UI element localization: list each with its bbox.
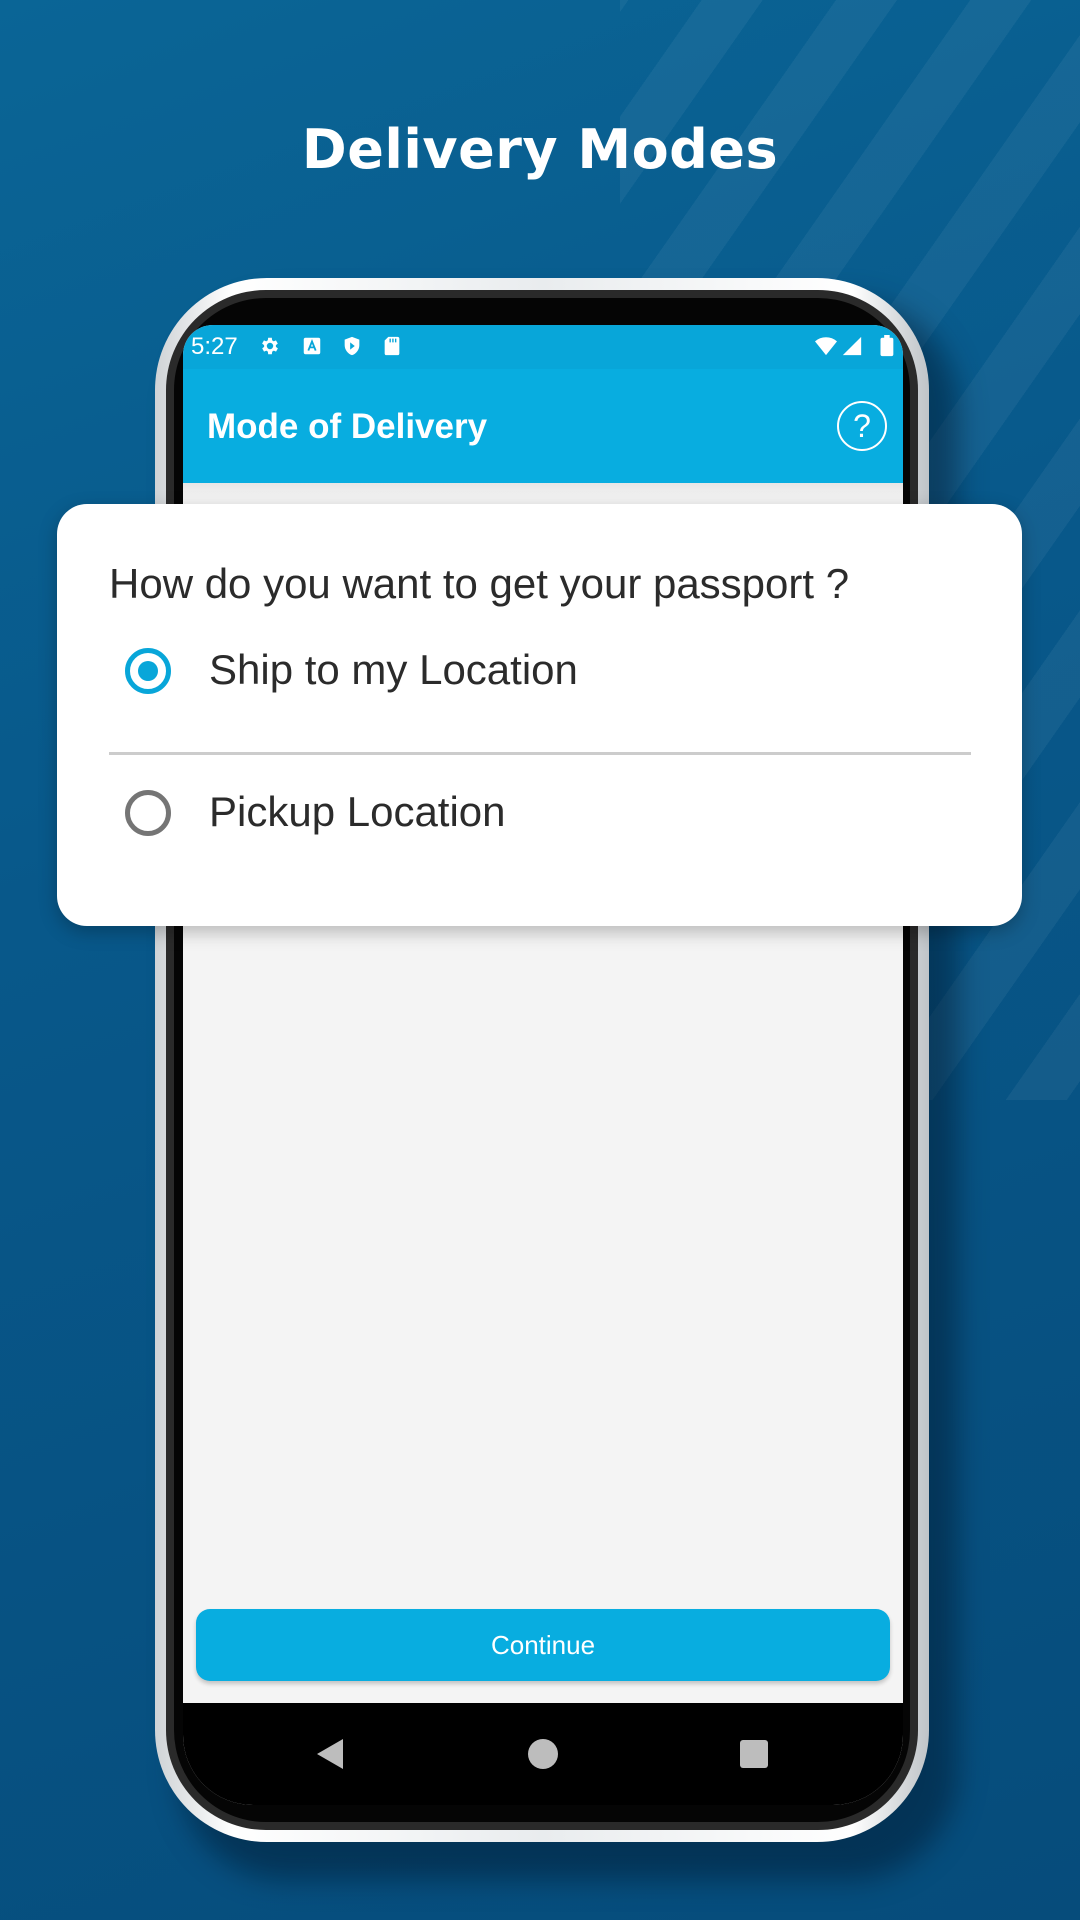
a-box-icon bbox=[303, 337, 321, 355]
continue-button[interactable]: Continue bbox=[196, 1609, 890, 1681]
promo-page: Delivery Modes 5:27 Mode of Delivery ? C… bbox=[0, 0, 1080, 1920]
option-divider bbox=[109, 752, 971, 755]
recents-icon[interactable] bbox=[740, 1740, 768, 1768]
sd-card-icon bbox=[384, 336, 400, 356]
delivery-mode-card: How do you want to get your passport ? S… bbox=[57, 504, 1022, 926]
delivery-question: How do you want to get your passport ? bbox=[109, 560, 850, 607]
option-pickup-location[interactable]: Pickup Location bbox=[57, 766, 1022, 866]
radio-unchecked-icon[interactable] bbox=[125, 790, 171, 836]
option-label: Pickup Location bbox=[209, 788, 506, 835]
option-label: Ship to my Location bbox=[209, 646, 578, 693]
app-bar-shadow bbox=[183, 483, 903, 499]
status-time: 5:27 bbox=[191, 333, 238, 360]
wifi-icon bbox=[815, 337, 837, 356]
battery-icon bbox=[880, 335, 894, 357]
home-icon[interactable] bbox=[528, 1739, 558, 1769]
system-nav-bar bbox=[183, 1703, 903, 1805]
status-bar: 5:27 bbox=[183, 325, 903, 369]
signal-icon bbox=[842, 336, 862, 356]
help-button[interactable]: ? bbox=[837, 401, 887, 451]
promo-headline: Delivery Modes bbox=[301, 118, 779, 181]
back-icon[interactable] bbox=[317, 1739, 343, 1769]
gear-icon bbox=[262, 337, 278, 355]
option-ship-to-location[interactable]: Ship to my Location bbox=[57, 624, 1022, 724]
app-bar: Mode of Delivery ? bbox=[183, 369, 903, 483]
radio-checked-icon[interactable] bbox=[125, 648, 171, 694]
page-title: Mode of Delivery bbox=[207, 407, 488, 446]
shield-play-icon bbox=[344, 336, 360, 356]
